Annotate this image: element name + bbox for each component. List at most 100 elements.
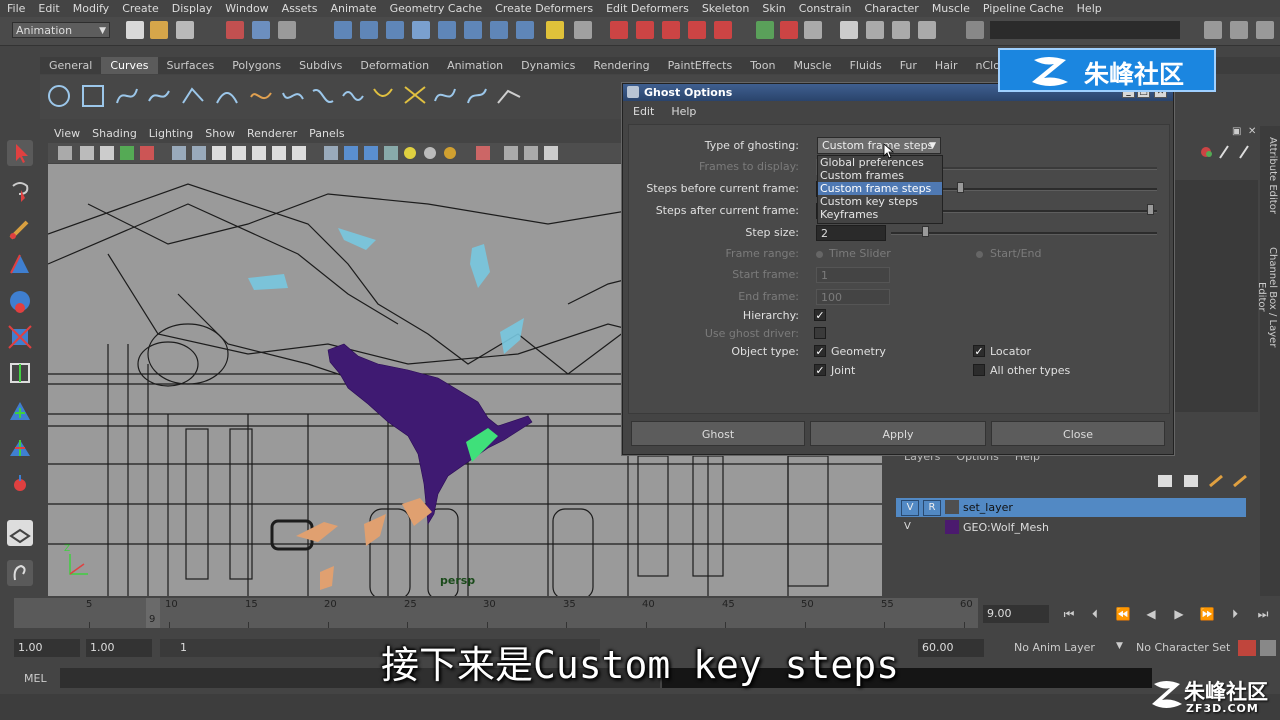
shelf-tab-curves[interactable]: Curves <box>101 57 158 74</box>
ghost-button[interactable]: Ghost <box>631 421 805 446</box>
clear-history-icon[interactable] <box>780 21 798 39</box>
dropdown-option-custom-key-steps[interactable]: Custom key steps <box>818 195 942 208</box>
graph-editor-icon[interactable] <box>892 21 910 39</box>
curve-editing-icon[interactable] <box>464 83 490 109</box>
menu-muscle[interactable]: Muscle <box>925 2 976 15</box>
shelf-tab-rendering[interactable]: Rendering <box>584 57 658 74</box>
dialog-menu-edit[interactable]: Edit <box>623 103 661 121</box>
channel-box-icons[interactable] <box>1196 142 1256 162</box>
menu-skin[interactable]: Skin <box>755 2 791 15</box>
render-frame-icon[interactable] <box>610 21 628 39</box>
viewport-menu-shading[interactable]: Shading <box>86 126 143 142</box>
universal-manipulator-icon[interactable] <box>7 360 33 386</box>
dropdown-option-global-preferences[interactable]: Global preferences <box>818 156 942 169</box>
viewport-menu-view[interactable]: View <box>48 126 86 142</box>
play-backwards-icon[interactable]: ◀ <box>1142 605 1160 623</box>
paint-select-tool-icon[interactable] <box>7 216 33 242</box>
construction-history-icon[interactable] <box>574 21 592 39</box>
start-end-radio[interactable] <box>976 251 983 258</box>
shelf-tab-general[interactable]: General <box>40 57 101 74</box>
select-hierarchy-icon[interactable] <box>226 21 244 39</box>
step-back-key-icon[interactable]: ⏪ <box>1114 605 1132 623</box>
cv-curve-icon[interactable] <box>114 83 140 109</box>
select-tool-icon[interactable] <box>7 140 33 166</box>
menu-skeleton[interactable]: Skeleton <box>695 2 756 15</box>
locator-checkbox[interactable]: ✓ <box>973 345 985 357</box>
single-perspective-layout-icon[interactable] <box>7 520 33 546</box>
shelf-tab-fur[interactable]: Fur <box>891 57 926 74</box>
dropdown-option-keyframes[interactable]: Keyframes <box>818 208 942 221</box>
shelf-tab-surfaces[interactable]: Surfaces <box>158 57 224 74</box>
time-slider-radio[interactable] <box>816 251 823 258</box>
snap-view-icon[interactable] <box>412 21 430 39</box>
attribute-editor-toggle-icon[interactable] <box>1256 21 1274 39</box>
rotate-tool-icon[interactable] <box>7 288 33 314</box>
menu-create-deformers[interactable]: Create Deformers <box>488 2 599 15</box>
menu-geometry-cache[interactable]: Geometry Cache <box>383 2 489 15</box>
layer-editor-icons[interactable] <box>1156 472 1250 490</box>
shelf-tab-painteffects[interactable]: PaintEffects <box>659 57 742 74</box>
viewport-menu-show[interactable]: Show <box>199 126 241 142</box>
geometry-checkbox[interactable]: ✓ <box>814 345 826 357</box>
all-other-types-checkbox[interactable] <box>973 364 985 376</box>
shelf-tab-dynamics[interactable]: Dynamics <box>512 57 584 74</box>
shelf-tab-polygons[interactable]: Polygons <box>223 57 290 74</box>
lasso-tool-icon[interactable] <box>7 178 33 204</box>
shelf-tab-deformation[interactable]: Deformation <box>351 57 438 74</box>
steps-before-slider-thumb[interactable] <box>957 182 964 193</box>
dropdown-option-custom-frame-steps[interactable]: Custom frame steps <box>818 182 942 195</box>
menu-window[interactable]: Window <box>218 2 274 15</box>
render-view-icon[interactable] <box>714 21 732 39</box>
shelf-tab-muscle[interactable]: Muscle <box>784 57 840 74</box>
attribute-icon[interactable] <box>918 21 936 39</box>
step-size-slider[interactable] <box>891 232 1157 235</box>
menu-file[interactable]: File <box>0 2 31 15</box>
go-to-end-icon[interactable]: ⏭ <box>1254 605 1272 623</box>
panel-close-icon[interactable]: ✕ <box>1248 126 1256 137</box>
menu-create[interactable]: Create <box>115 2 165 15</box>
last-tool-icon[interactable] <box>7 472 33 498</box>
step-forward-frame-icon[interactable]: ⏵ <box>1226 605 1244 623</box>
steps-after-slider-thumb[interactable] <box>1147 204 1154 215</box>
input-line-icon[interactable] <box>756 21 774 39</box>
detach-curves-icon[interactable] <box>280 83 306 109</box>
layer-row[interactable]: V R set_layer <box>896 498 1246 517</box>
ipr-render-icon[interactable] <box>636 21 654 39</box>
apply-button[interactable]: Apply <box>810 421 986 446</box>
shelf-tab-hair[interactable]: Hair <box>926 57 967 74</box>
select-object-icon[interactable] <box>252 21 270 39</box>
layer-name[interactable]: set_layer <box>963 501 1013 514</box>
rebuild-curve-icon[interactable] <box>402 83 428 109</box>
play-forwards-icon[interactable]: ▶ <box>1170 605 1188 623</box>
scale-tool-icon[interactable] <box>7 324 33 350</box>
menu-set-selector[interactable]: Animation ▼ <box>12 22 110 38</box>
shelf-tab-animation[interactable]: Animation <box>438 57 512 74</box>
move-tool-icon[interactable] <box>7 252 33 278</box>
input-ops-icon[interactable] <box>490 21 508 39</box>
panel-layout-icon[interactable] <box>804 21 822 39</box>
outliner-layout-icon[interactable] <box>7 560 33 586</box>
current-frame-field[interactable]: 9.00 <box>983 605 1049 623</box>
layer-display-type-toggle[interactable]: R <box>923 500 941 516</box>
insert-knot-icon[interactable] <box>310 83 336 109</box>
channel-box-toggle-icon[interactable] <box>1204 21 1222 39</box>
show-manipulator-icon[interactable] <box>7 434 33 460</box>
snap-grid-icon[interactable] <box>334 21 352 39</box>
menu-display[interactable]: Display <box>165 2 219 15</box>
select-component-icon[interactable] <box>278 21 296 39</box>
layer-visibility-toggle[interactable]: V <box>901 500 919 516</box>
attach-curves-icon[interactable] <box>248 83 274 109</box>
new-scene-icon[interactable] <box>126 21 144 39</box>
offset-curve-icon[interactable] <box>370 83 396 109</box>
go-to-start-icon[interactable]: ⏮ <box>1060 605 1078 623</box>
viewport-menu-lighting[interactable]: Lighting <box>143 126 199 142</box>
menu-edit[interactable]: Edit <box>31 2 65 15</box>
layer-visibility-toggle[interactable]: V <box>904 521 911 532</box>
layer-color-swatch[interactable] <box>945 500 959 514</box>
dialog-menu-help[interactable]: Help <box>661 103 703 121</box>
history-icon[interactable] <box>464 21 482 39</box>
panel-float-icon[interactable]: ▣ <box>1232 126 1241 137</box>
joint-checkbox[interactable]: ✓ <box>814 364 826 376</box>
output-ops-icon[interactable] <box>516 21 534 39</box>
render-settings-icon[interactable] <box>662 21 680 39</box>
